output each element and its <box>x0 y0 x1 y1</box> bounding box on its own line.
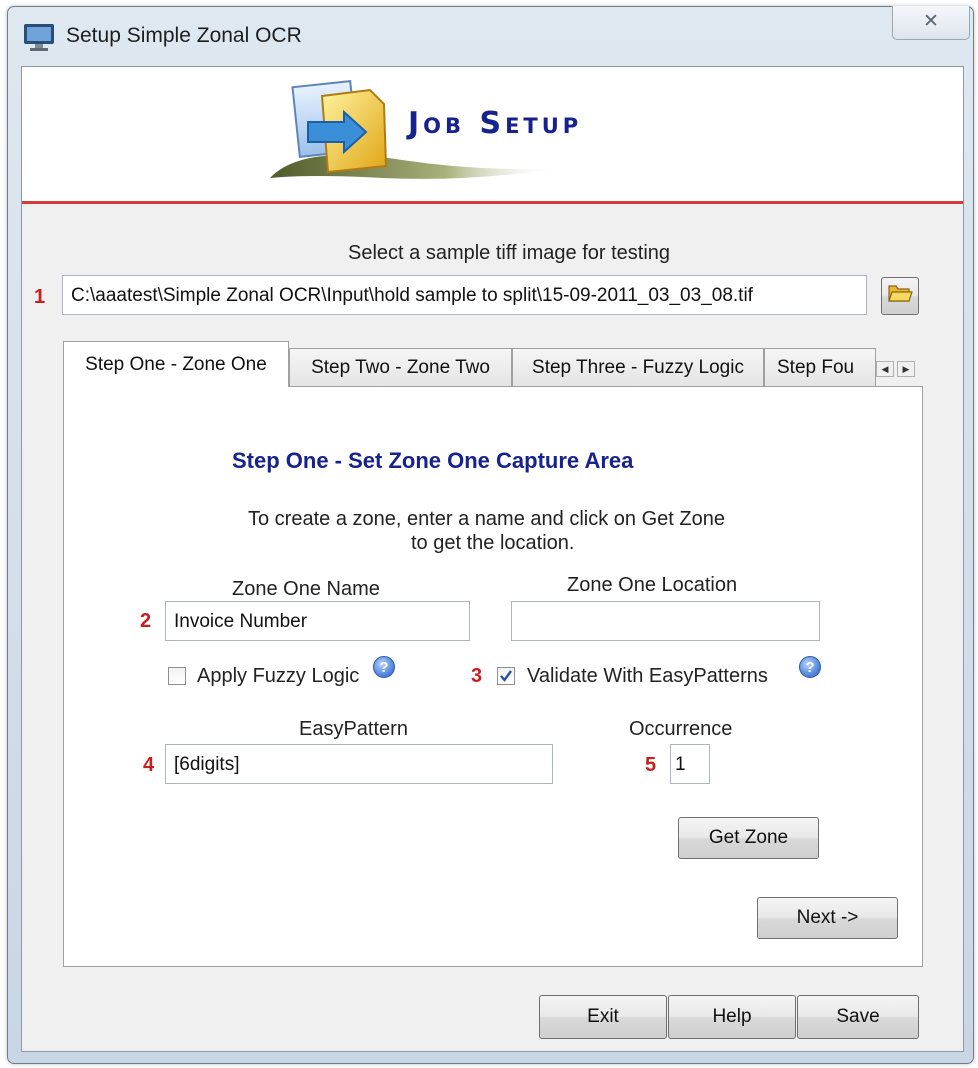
app-monitor-icon <box>22 22 56 52</box>
fuzzy-help-icon[interactable]: ? <box>373 656 395 678</box>
next-button[interactable]: Next -> <box>757 897 898 939</box>
panel-heading: Step One - Set Zone One Capture Area <box>232 448 634 473</box>
apply-fuzzy-logic-checkbox[interactable] <box>168 667 186 685</box>
occurrence-label: Occurrence <box>629 718 733 740</box>
validate-easypatterns-checkbox[interactable] <box>497 667 515 685</box>
tab-step-four[interactable]: Step Fou <box>764 348 876 386</box>
get-zone-button[interactable]: Get Zone <box>678 817 819 859</box>
tab-step-one[interactable]: Step One - Zone One <box>63 341 289 387</box>
exit-button[interactable]: Exit <box>539 995 667 1039</box>
open-folder-icon <box>887 282 913 310</box>
step-number-4: 4 <box>143 754 155 776</box>
tab-step-three[interactable]: Step Three - Fuzzy Logic <box>512 348 764 386</box>
header-title: Job Setup <box>408 106 583 141</box>
instructions-line-1: To create a zone, enter a name and click… <box>248 508 725 530</box>
sample-path-field[interactable]: C:\aaatest\Simple Zonal OCR\Input\hold s… <box>62 275 867 315</box>
sample-file-label: Select a sample tiff image for testing <box>348 242 671 264</box>
step-number-2: 2 <box>140 610 152 632</box>
browse-button[interactable] <box>881 277 919 315</box>
chevron-left-icon: ◀ <box>881 363 889 374</box>
zone-location-label: Zone One Location <box>567 574 738 596</box>
close-icon: ✕ <box>923 11 939 32</box>
tab-scroll-left-button[interactable]: ◀ <box>876 361 894 377</box>
step-number-1: 1 <box>34 286 46 308</box>
header-divider <box>22 201 963 204</box>
validate-help-icon[interactable]: ? <box>799 656 821 678</box>
apply-fuzzy-logic-label: Apply Fuzzy Logic <box>197 665 360 687</box>
help-button[interactable]: Help <box>668 995 796 1039</box>
step-number-5: 5 <box>645 754 657 776</box>
easypattern-label: EasyPattern <box>299 718 408 740</box>
zone-location-input[interactable] <box>511 601 820 641</box>
zone-name-input[interactable]: Invoice Number <box>165 601 470 641</box>
easypattern-input[interactable]: [6digits] <box>165 744 553 784</box>
occurrence-input[interactable]: 1 <box>670 744 710 784</box>
checkmark-icon <box>500 670 512 682</box>
instructions-line-2: to get the location. <box>411 532 575 554</box>
save-button[interactable]: Save <box>797 995 919 1039</box>
validate-easypatterns-label: Validate With EasyPatterns <box>527 665 768 687</box>
window-title: Setup Simple Zonal OCR <box>66 24 302 47</box>
tab-step-two[interactable]: Step Two - Zone Two <box>289 348 512 386</box>
zone-name-label: Zone One Name <box>232 578 380 600</box>
step-number-3: 3 <box>471 665 483 687</box>
tab-scroll-right-button[interactable]: ▶ <box>897 361 915 377</box>
close-button[interactable]: ✕ <box>892 6 970 40</box>
chevron-right-icon: ▶ <box>902 363 910 374</box>
